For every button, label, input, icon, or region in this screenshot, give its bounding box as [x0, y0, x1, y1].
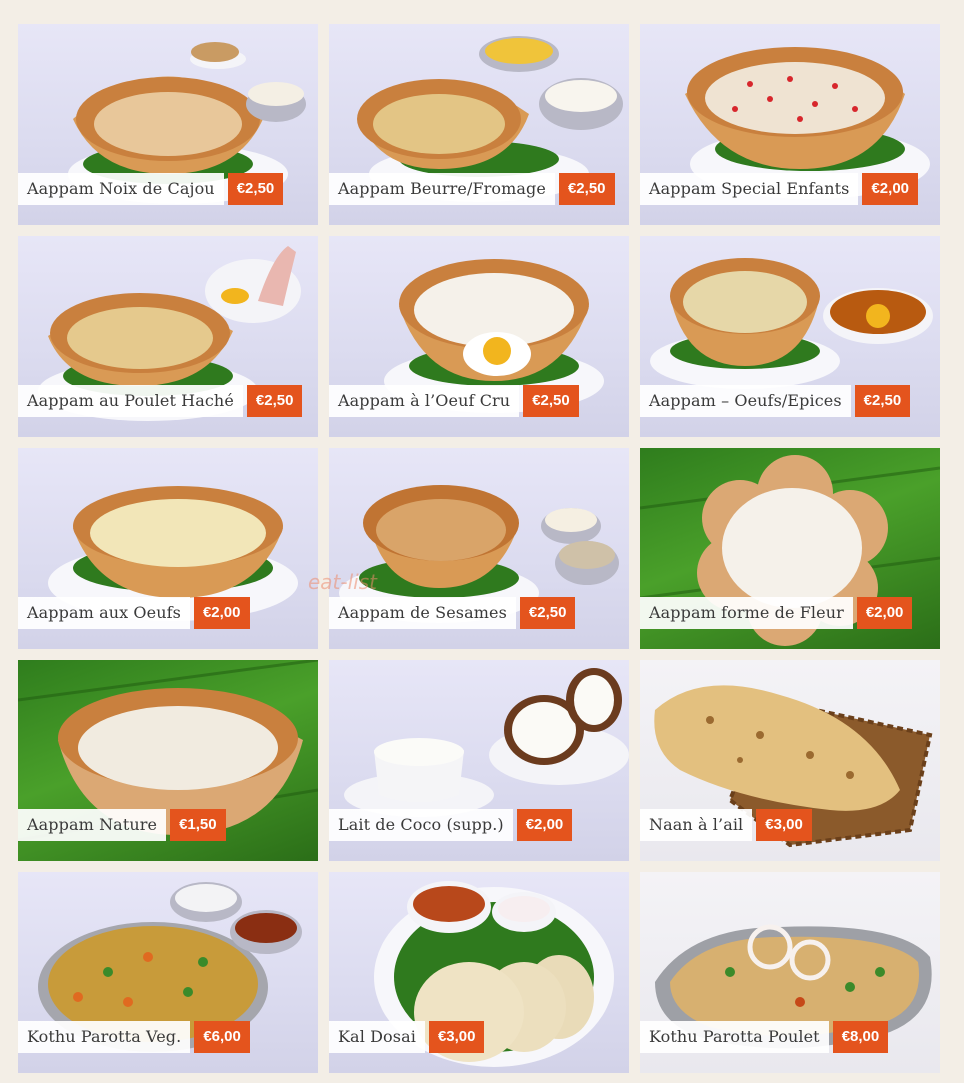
price-badge: €2,50 — [246, 385, 303, 417]
menu-card[interactable]: Aappam forme de Fleur €2,00 — [640, 448, 940, 649]
menu-card[interactable]: Aappam aux Oeufs €2,00 — [18, 448, 318, 649]
item-label: Aappam Nature €1,50 — [18, 809, 226, 841]
item-name: Aappam Special Enfants — [640, 173, 859, 205]
menu-card[interactable]: Naan à l’ail €3,00 — [640, 660, 940, 861]
item-label: Naan à l’ail €3,00 — [640, 809, 812, 841]
menu-card[interactable]: Aappam à l’Oeuf Cru €2,50 — [329, 236, 629, 437]
item-name: Aappam Beurre/Fromage — [329, 173, 555, 205]
item-name: Aappam forme de Fleur — [640, 597, 853, 629]
item-label: Aappam à l’Oeuf Cru €2,50 — [329, 385, 579, 417]
price-badge: €2,50 — [227, 173, 284, 205]
item-label: Aappam au Poulet Haché €2,50 — [18, 385, 303, 417]
item-label: Kothu Parotta Poulet €8,00 — [640, 1021, 889, 1053]
price-badge: €1,50 — [170, 809, 226, 841]
item-name: Aappam Nature — [18, 809, 167, 841]
menu-grid: Aappam Noix de Cajou €2,50 Aappam Beurre… — [18, 24, 940, 1073]
item-name: Aappam aux Oeufs — [18, 597, 190, 629]
menu-card[interactable]: Aappam Beurre/Fromage €2,50 — [329, 24, 629, 225]
item-name: Kothu Parotta Veg. — [18, 1021, 191, 1053]
menu-card[interactable]: Aappam au Poulet Haché €2,50 — [18, 236, 318, 437]
menu-card[interactable]: Kothu Parotta Poulet €8,00 — [640, 872, 940, 1073]
menu-card[interactable]: Aappam Nature €1,50 — [18, 660, 318, 861]
item-label: Aappam Noix de Cajou €2,50 — [18, 173, 284, 205]
item-label: Lait de Coco (supp.) €2,00 — [329, 809, 573, 841]
item-name: Kal Dosai — [329, 1021, 425, 1053]
item-name: Lait de Coco (supp.) — [329, 809, 513, 841]
item-name: Aappam – Oeufs/Epices — [640, 385, 851, 417]
price-badge: €3,00 — [756, 809, 812, 841]
item-label: Aappam forme de Fleur €2,00 — [640, 597, 913, 629]
price-badge: €2,00 — [862, 173, 919, 205]
item-name: Aappam Noix de Cajou — [18, 173, 224, 205]
item-name: Naan à l’ail — [640, 809, 753, 841]
price-badge: €6,00 — [194, 1021, 250, 1053]
item-name: Aappam de Sesames — [329, 597, 516, 629]
item-label: Aappam Beurre/Fromage €2,50 — [329, 173, 615, 205]
item-label: Aappam aux Oeufs €2,00 — [18, 597, 250, 629]
item-label: Aappam – Oeufs/Epices €2,50 — [640, 385, 911, 417]
price-badge: €2,00 — [193, 597, 250, 629]
item-label: Kothu Parotta Veg. €6,00 — [18, 1021, 250, 1053]
price-badge: €8,00 — [832, 1021, 889, 1053]
price-badge: €2,00 — [516, 809, 573, 841]
item-name: Aappam à l’Oeuf Cru — [329, 385, 520, 417]
price-badge: €2,50 — [854, 385, 911, 417]
item-label: Kal Dosai €3,00 — [329, 1021, 485, 1053]
menu-card[interactable]: Kal Dosai €3,00 — [329, 872, 629, 1073]
menu-card[interactable]: Aappam – Oeufs/Epices €2,50 — [640, 236, 940, 437]
price-badge: €2,50 — [558, 173, 615, 205]
menu-card[interactable]: Lait de Coco (supp.) €2,00 — [329, 660, 629, 861]
menu-card[interactable]: Aappam Special Enfants €2,00 — [640, 24, 940, 225]
menu-card[interactable]: Kothu Parotta Veg. €6,00 — [18, 872, 318, 1073]
item-label: Aappam de Sesames €2,50 — [329, 597, 576, 629]
menu-card[interactable]: Aappam Noix de Cajou €2,50 — [18, 24, 318, 225]
price-badge: €2,50 — [523, 385, 579, 417]
item-label: Aappam Special Enfants €2,00 — [640, 173, 919, 205]
item-name: Kothu Parotta Poulet — [640, 1021, 829, 1053]
price-badge: €2,00 — [856, 597, 913, 629]
price-badge: €3,00 — [428, 1021, 485, 1053]
price-badge: €2,50 — [519, 597, 576, 629]
item-name: Aappam au Poulet Haché — [18, 385, 243, 417]
menu-card[interactable]: Aappam de Sesames €2,50 — [329, 448, 629, 649]
